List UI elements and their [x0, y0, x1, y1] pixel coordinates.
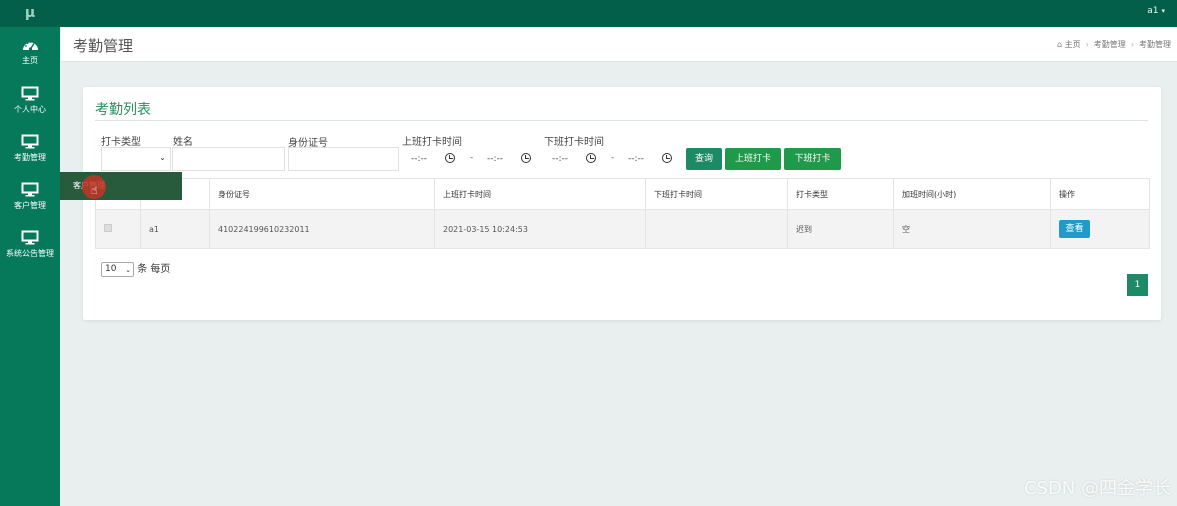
attendance-panel: 考勤列表 打卡类型 姓名 身份证号 上班打卡时间 下班打卡时间 ⌄ --:-- … [83, 87, 1161, 320]
user-menu[interactable]: a1 ▾ [1147, 0, 1165, 27]
range-separator: - [470, 153, 474, 163]
cell-id-number: 410224199610232011 [209, 209, 435, 249]
page-size-value: 10 [105, 263, 117, 274]
chevron-down-icon: ⌄ [125, 265, 131, 274]
breadcrumb-home[interactable]: 主页 [1065, 40, 1081, 49]
sidebar-item-label: 个人中心 [14, 105, 46, 114]
breadcrumb-section[interactable]: 考勤管理 [1094, 40, 1126, 49]
chevron-down-icon: ▾ [1161, 7, 1165, 15]
clock-icon [586, 153, 596, 163]
monitor-icon [21, 182, 39, 197]
sidebar-item-profile[interactable]: 个人中心 [0, 79, 60, 127]
cell-type: 迟到 [787, 209, 894, 249]
page-button-current[interactable]: 1 [1127, 274, 1148, 296]
column-header-id-number[interactable]: 身份证号 [209, 178, 435, 210]
app-logo[interactable]: μ [0, 0, 60, 27]
cell-overtime: 空 [893, 209, 1051, 249]
pointer-hand-icon: ☝ [91, 184, 98, 197]
cell-actions: 查看 [1050, 209, 1150, 249]
breadcrumb-separator: › [1085, 40, 1089, 49]
column-header-type[interactable]: 打卡类型 [787, 178, 894, 210]
time-placeholder: --:-- [487, 154, 504, 164]
breadcrumb-separator: › [1130, 40, 1134, 49]
clock-icon [521, 153, 531, 163]
clock-in-end-time[interactable]: --:-- [477, 147, 539, 171]
sidebar-item-customers[interactable]: 客户管理 [0, 175, 60, 223]
search-button[interactable]: 查询 [686, 148, 722, 170]
top-bar: μ a1 ▾ [0, 0, 1177, 27]
breadcrumb-current: 考勤管理 [1139, 40, 1171, 49]
watermark: CSDN @四金学长 [1023, 478, 1171, 499]
monitor-icon [21, 86, 39, 101]
sidebar-item-home[interactable]: 主页 [0, 31, 60, 79]
user-name: a1 [1147, 6, 1159, 16]
sidebar-hover-tooltip[interactable]: 客户管理 [60, 172, 182, 200]
sidebar-item-label: 系统公告管理 [6, 249, 54, 258]
column-header-clock-in[interactable]: 上班打卡时间 [434, 178, 646, 210]
home-icon: ⌂ [1056, 40, 1065, 49]
clock-out-button[interactable]: 下班打卡 [784, 148, 841, 170]
row-checkbox-cell[interactable] [95, 209, 141, 249]
table-header-row: 身份证号 上班打卡时间 下班打卡时间 打卡类型 加班时间(小时) 操作 [95, 178, 1150, 210]
type-label: 打卡类型 [101, 137, 141, 148]
sidebar-item-attendance[interactable]: 考勤管理 [0, 127, 60, 175]
clock-icon [445, 153, 455, 163]
view-button[interactable]: 查看 [1059, 220, 1090, 238]
breadcrumb: ⌂ 主页 › 考勤管理 › 考勤管理 [1057, 39, 1171, 50]
clock-in-time-label: 上班打卡时间 [402, 137, 462, 148]
cell-name: a1 [140, 209, 210, 249]
name-label: 姓名 [173, 137, 193, 148]
monitor-icon [21, 230, 39, 245]
column-header-clock-out[interactable]: 下班打卡时间 [645, 178, 788, 210]
clock-out-start-time[interactable]: --:-- [542, 147, 604, 171]
sidebar-item-label: 考勤管理 [14, 153, 46, 162]
sidebar-item-announcements[interactable]: 系统公告管理 [0, 223, 60, 271]
cell-clock-in: 2021-03-15 10:24:53 [434, 209, 646, 249]
page-header: 考勤管理 ⌂ 主页 › 考勤管理 › 考勤管理 [61, 27, 1177, 62]
time-placeholder: --:-- [411, 154, 428, 164]
clock-out-end-time[interactable]: --:-- [618, 147, 680, 171]
clock-icon [662, 153, 672, 163]
monitor-icon [21, 134, 39, 149]
cell-clock-out [645, 209, 788, 249]
id-number-input[interactable] [288, 147, 399, 171]
name-input[interactable] [172, 147, 285, 171]
time-placeholder: --:-- [552, 154, 569, 164]
range-separator: - [611, 153, 615, 163]
row-checkbox[interactable] [104, 224, 112, 232]
clock-in-start-time[interactable]: --:-- [401, 147, 463, 171]
type-select[interactable]: ⌄ [101, 147, 171, 171]
page-title: 考勤管理 [73, 37, 134, 55]
clock-in-button[interactable]: 上班打卡 [725, 148, 781, 170]
dashboard-icon [22, 41, 38, 51]
panel-title: 考勤列表 [95, 102, 151, 118]
time-placeholder: --:-- [628, 154, 645, 164]
column-header-actions: 操作 [1050, 178, 1150, 210]
page-size-select[interactable]: 10 ⌄ [101, 261, 134, 277]
page-size-control: 10 ⌄ 条 每页 [101, 260, 170, 277]
sidebar-item-label: 主页 [22, 56, 38, 65]
attendance-table: 身份证号 上班打卡时间 下班打卡时间 打卡类型 加班时间(小时) 操作 a1 4… [95, 178, 1150, 249]
clock-out-time-label: 下班打卡时间 [544, 137, 604, 148]
divider [95, 120, 1148, 121]
chevron-down-icon: ⌄ [159, 153, 166, 162]
sidebar-item-label: 客户管理 [14, 201, 46, 210]
per-page-label: 条 每页 [137, 264, 171, 275]
table-row: a1 410224199610232011 2021-03-15 10:24:5… [95, 209, 1150, 249]
column-header-overtime[interactable]: 加班时间(小时) [893, 178, 1051, 210]
sidebar: 主页 个人中心 考勤管理 客户管理 系统公告管理 [0, 27, 60, 506]
